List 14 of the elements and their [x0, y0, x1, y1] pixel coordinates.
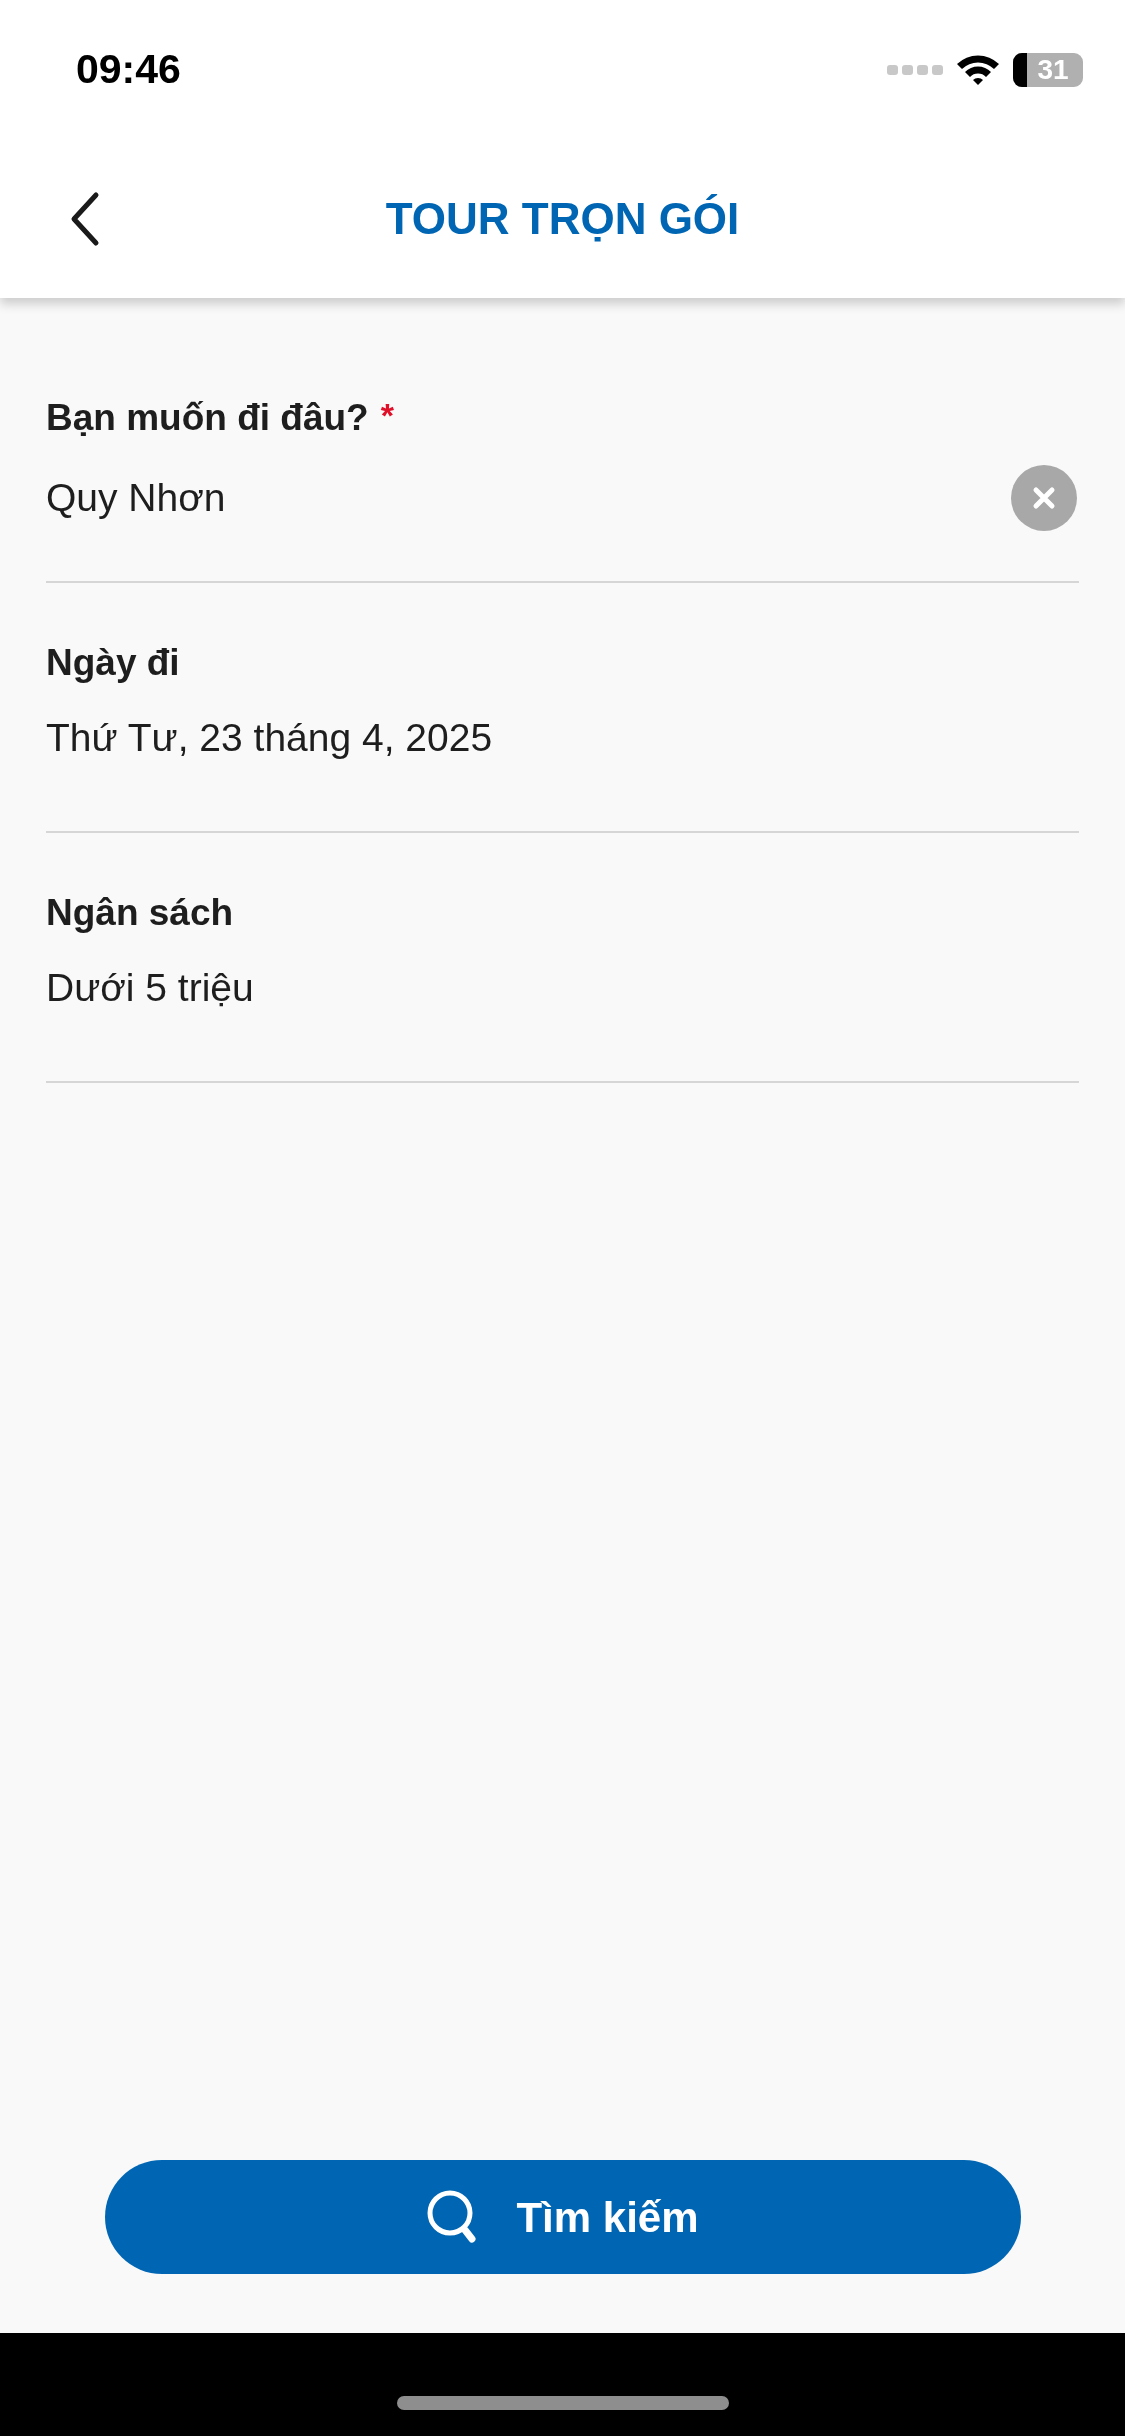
search-button[interactable]: Tìm kiếm	[104, 2160, 1021, 2274]
field-value[interactable]: Thứ Tư, 23 tháng 4, 2025	[46, 708, 493, 768]
field-value[interactable]: Dưới 5 triệu	[46, 958, 254, 1018]
wifi-icon	[955, 53, 1001, 87]
page-title: TOUR TRỌN GÓI	[385, 193, 740, 245]
status-time: 09:46	[76, 45, 181, 95]
close-icon	[1032, 486, 1056, 510]
field-label: Ngân sách	[46, 891, 234, 936]
battery-icon: 31	[1013, 53, 1083, 87]
required-mark: *	[380, 395, 394, 436]
signal-icon	[887, 63, 943, 77]
field-label: Bạn muốn đi đâu?	[46, 396, 369, 441]
field-value[interactable]: Quy Nhơn	[46, 468, 226, 528]
field-label: Ngày đi	[46, 641, 180, 686]
